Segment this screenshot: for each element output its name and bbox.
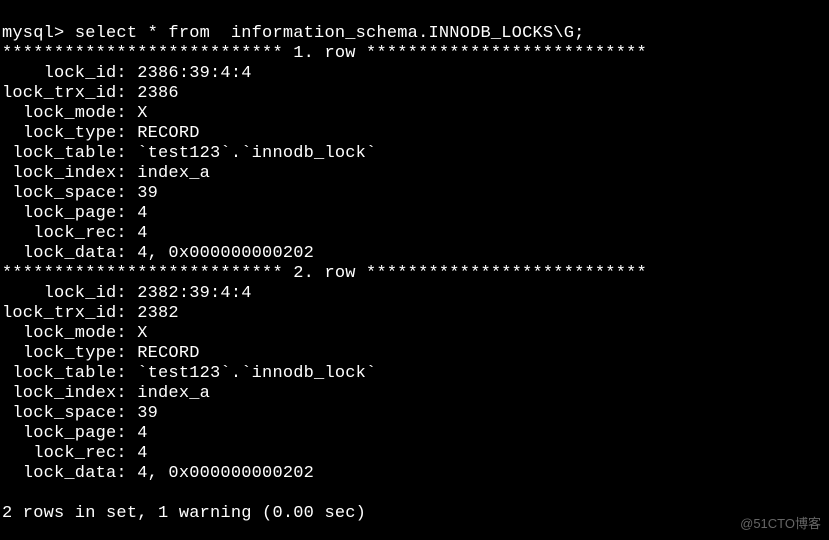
- sql-query: select * from information_schema.INNODB_…: [75, 24, 585, 43]
- result-rows: *************************** 1. row *****…: [2, 44, 827, 484]
- terminal-output: mysql> select * from information_schema.…: [0, 0, 829, 540]
- mysql-prompt: mysql>: [2, 24, 75, 43]
- watermark-text: @51CTO博客: [740, 514, 821, 534]
- summary-line: 2 rows in set, 1 warning (0.00 sec): [2, 504, 366, 523]
